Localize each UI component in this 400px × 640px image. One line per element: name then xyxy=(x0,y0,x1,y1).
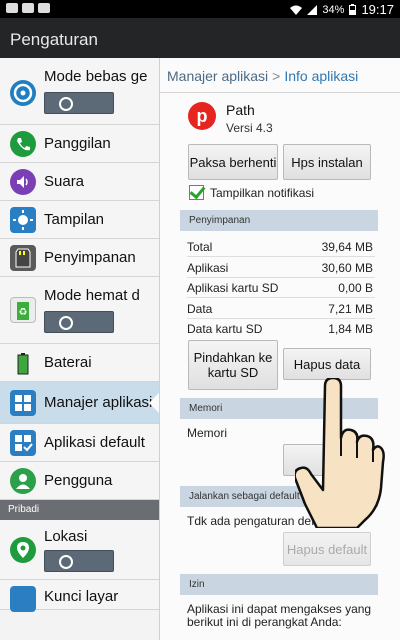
breadcrumb: Manajer aplikasi > Info aplikasi xyxy=(167,68,358,84)
show-notifications-label: Tampilkan notifikasi xyxy=(210,186,315,200)
power-saving-toggle[interactable] xyxy=(44,311,114,333)
show-notifications-checkbox[interactable] xyxy=(189,185,204,200)
driving-mode-toggle[interactable] xyxy=(44,92,114,114)
settings-sidebar: Mode bebas ge Panggilan Suara Tampilan P… xyxy=(0,58,160,640)
storage-row-label: Data kartu SD xyxy=(187,322,263,336)
divider xyxy=(187,297,375,298)
storage-row-value: 7,21 MB xyxy=(328,302,373,316)
speaker-icon xyxy=(10,169,36,195)
sidebar-item-app-manager[interactable]: Manajer aplikasi xyxy=(0,382,159,424)
sidebar-item-label: Mode bebas ge xyxy=(44,68,148,85)
storage-row-label: Aplikasi xyxy=(187,261,229,275)
chat-icon xyxy=(38,3,50,13)
breadcrumb-parent[interactable]: Manajer aplikasi xyxy=(167,68,268,84)
memory-label: Memori xyxy=(187,426,228,440)
divider xyxy=(187,318,375,319)
steering-wheel-icon xyxy=(10,80,36,106)
grid-icon xyxy=(10,390,36,416)
brightness-icon xyxy=(10,207,36,233)
lock-icon xyxy=(10,586,36,612)
sidebar-item-label: Pengguna xyxy=(44,472,113,489)
divider xyxy=(187,277,375,278)
signal-icon xyxy=(307,4,318,15)
sidebar-item-label: Suara xyxy=(44,173,85,190)
permissions-text: Aplikasi ini dapat mengakses yang beriku… xyxy=(187,602,372,629)
page-title: Pengaturan xyxy=(10,30,98,49)
sd-card-icon xyxy=(10,245,36,271)
sidebar-item-label: Mode hemat d xyxy=(44,287,140,304)
permissions-section-header: Izin xyxy=(180,574,378,595)
clock: 19:17 xyxy=(361,2,394,17)
status-bar: 34% 19:17 xyxy=(0,0,400,18)
wifi-icon xyxy=(290,5,303,15)
user-icon xyxy=(10,468,36,494)
sidebar-item-default-apps[interactable]: Aplikasi default xyxy=(0,424,159,462)
sidebar-item-driving-mode[interactable]: Mode bebas ge xyxy=(0,58,159,125)
clear-data-button[interactable]: Hapus data xyxy=(283,348,371,380)
sidebar-item-users[interactable]: Pengguna xyxy=(0,462,159,500)
divider xyxy=(187,256,375,257)
pointing-hand-icon xyxy=(293,376,385,530)
sidebar-item-label: Lokasi xyxy=(44,528,88,545)
sidebar-item-label: Penyimpanan xyxy=(44,249,136,266)
battery-percent: 34% xyxy=(322,3,345,16)
storage-row-label: Data xyxy=(187,302,213,316)
sidebar-item-sound[interactable]: Suara xyxy=(0,163,159,201)
battery-icon xyxy=(349,4,357,15)
sidebar-item-display[interactable]: Tampilan xyxy=(0,201,159,239)
storage-section-header: Penyimpanan xyxy=(180,210,378,231)
breadcrumb-current: Info aplikasi xyxy=(284,68,359,84)
sidebar-item-label: Tampilan xyxy=(44,211,105,228)
message-icon xyxy=(22,3,34,13)
section-header-personal: Pribadi xyxy=(0,500,159,520)
storage-row-value: 0,00 B xyxy=(338,281,373,295)
clear-default-button[interactable]: Hapus default xyxy=(283,532,371,566)
storage-row-label: Aplikasi kartu SD xyxy=(187,281,279,295)
phone-icon xyxy=(10,131,36,157)
sidebar-item-location[interactable]: Lokasi xyxy=(0,520,159,580)
storage-row-label: Total xyxy=(187,240,213,254)
svg-text:♻: ♻ xyxy=(19,307,28,318)
grid-check-icon xyxy=(10,430,36,456)
gallery-icon xyxy=(6,3,18,13)
storage-row-value: 30,60 MB xyxy=(321,261,373,275)
move-to-sd-button[interactable]: Pindahkan ke kartu SD xyxy=(188,340,278,390)
battery-icon xyxy=(10,350,36,376)
title-bar: Pengaturan xyxy=(0,18,400,58)
location-pin-icon xyxy=(10,537,36,563)
recycle-battery-icon: ♻ xyxy=(10,297,36,323)
force-stop-button[interactable]: Paksa berhenti xyxy=(188,144,278,180)
path-app-icon: p xyxy=(188,102,216,130)
breadcrumb-separator: > xyxy=(272,68,281,84)
sidebar-item-lock-screen[interactable]: Kunci layar xyxy=(0,580,159,612)
sidebar-item-power-saving[interactable]: ♻ Mode hemat d xyxy=(0,277,159,344)
selection-arrow-icon xyxy=(149,393,159,413)
sidebar-item-label: Kunci layar xyxy=(44,588,119,605)
sidebar-item-calls[interactable]: Panggilan xyxy=(0,125,159,163)
app-version: Versi 4.3 xyxy=(226,121,273,135)
storage-row-value: 39,64 MB xyxy=(321,240,373,254)
app-info-pane: Manajer aplikasi > Info aplikasi p Path Ve… xyxy=(160,58,400,640)
divider xyxy=(160,92,400,93)
app-name: Path xyxy=(226,102,255,118)
sidebar-item-storage[interactable]: Penyimpanan xyxy=(0,239,159,277)
sidebar-item-battery[interactable]: Baterai xyxy=(0,344,159,382)
location-toggle[interactable] xyxy=(44,550,114,572)
sidebar-item-label: Aplikasi default xyxy=(44,434,145,451)
storage-row-value: 1,84 MB xyxy=(328,322,373,336)
uninstall-button[interactable]: Hps instalan xyxy=(283,144,371,180)
sidebar-item-label: Manajer aplikasi xyxy=(44,394,153,411)
sidebar-item-label: Baterai xyxy=(44,354,92,371)
sidebar-item-label: Panggilan xyxy=(44,135,111,152)
